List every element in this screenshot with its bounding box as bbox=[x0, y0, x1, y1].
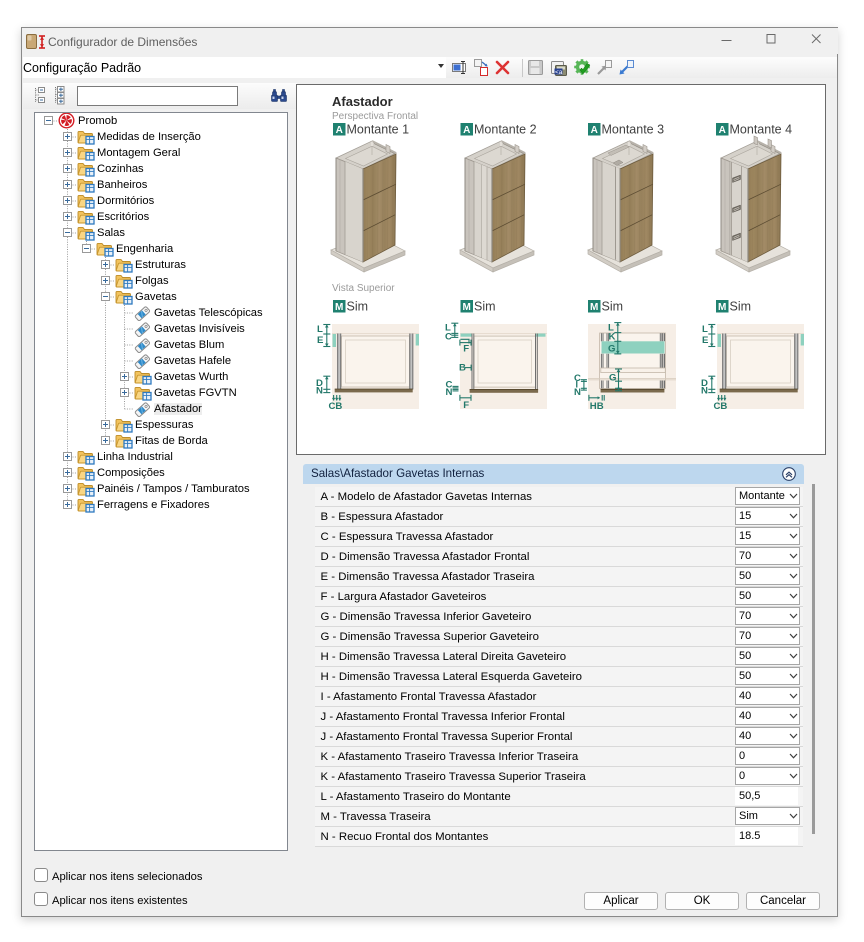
svg-text:Sim: Sim bbox=[602, 300, 624, 314]
svg-text:A: A bbox=[591, 125, 598, 136]
svg-text:N: N bbox=[701, 386, 708, 397]
svg-text:N: N bbox=[446, 387, 453, 398]
svg-text:Montante 3: Montante 3 bbox=[602, 123, 665, 137]
svg-text:Montante 2: Montante 2 bbox=[474, 123, 537, 137]
svg-text:B: B bbox=[459, 363, 466, 374]
svg-text:M: M bbox=[463, 302, 471, 313]
svg-text:Montante 4: Montante 4 bbox=[730, 123, 793, 137]
svg-text:CB: CB bbox=[329, 401, 343, 412]
svg-text:Sim: Sim bbox=[474, 300, 496, 314]
svg-text:Afastador: Afastador bbox=[332, 94, 393, 109]
svg-text:F: F bbox=[463, 344, 469, 355]
svg-text:F: F bbox=[463, 400, 469, 411]
svg-text:<a: <a bbox=[555, 69, 563, 76]
svg-text:M: M bbox=[335, 302, 343, 313]
svg-text:Sim: Sim bbox=[730, 300, 752, 314]
svg-text:A: A bbox=[719, 125, 726, 136]
svg-text:N: N bbox=[574, 387, 581, 398]
svg-text:N: N bbox=[316, 386, 323, 397]
svg-text:E: E bbox=[317, 335, 324, 346]
svg-text:E: E bbox=[702, 335, 709, 346]
svg-text:G: G bbox=[608, 343, 615, 354]
svg-text:A: A bbox=[336, 125, 343, 136]
svg-text:Sim: Sim bbox=[347, 300, 369, 314]
svg-text:M: M bbox=[590, 302, 598, 313]
svg-text:L: L bbox=[702, 324, 708, 335]
svg-text:L: L bbox=[317, 324, 323, 335]
svg-text:M: M bbox=[718, 302, 726, 313]
svg-text:Montante 1: Montante 1 bbox=[347, 123, 410, 137]
svg-text:HB: HB bbox=[590, 401, 604, 412]
svg-text:CB: CB bbox=[714, 401, 728, 412]
svg-text:Perspectiva Frontal: Perspectiva Frontal bbox=[332, 111, 418, 122]
svg-text:A: A bbox=[463, 125, 470, 136]
svg-text:Vista Superior: Vista Superior bbox=[332, 283, 395, 294]
svg-text:C: C bbox=[445, 332, 452, 343]
